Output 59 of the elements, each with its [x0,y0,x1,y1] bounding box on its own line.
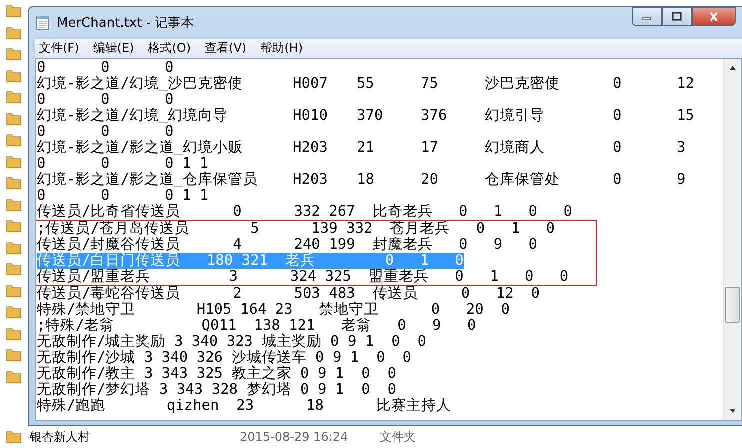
text-line: 0 0 0 [37,60,174,76]
text-line: 传送员/比奇省传送员 0 332 267 比奇老兵 0 1 0 0 [37,204,572,220]
folder-icon [6,198,22,212]
menu-item[interactable]: 格式(O) [148,40,192,57]
folder-icon [6,90,22,104]
folder-icon [6,262,22,276]
text-line: 0 0 0 1 1 [37,156,209,172]
modified-date: 2015-08-29 16:24 [240,430,350,444]
minimize-button[interactable] [632,7,662,26]
text-line: 无敌制作/沙城 3 340 326 沙城传送车 0 9 1 0 0 [37,350,412,366]
text-line: 幻境-影之道/影之道_仓库保管员 H203 18 20 仓库保管处 0 9 [37,172,686,188]
folder-icon [6,176,22,190]
item-type: 文件夹 [380,428,416,446]
folder-icon [6,348,22,362]
folder-name[interactable]: 银杏新人村 [30,428,240,446]
text-line: 无敌制作/梦幻塔 3 343 328 梦幻塔 0 9 1 0 0 [37,382,397,398]
scroll-thumb[interactable] [725,287,740,323]
text-line: 特殊/跑跑 qizhen 23 18 比赛主持人 [37,398,452,414]
folder-icon [6,219,22,233]
folder-icon [6,240,22,254]
menu-item[interactable]: 编辑(E) [93,40,134,57]
folder-icon [6,112,22,126]
scroll-up-icon[interactable] [728,64,738,72]
text-line: 0 0 0 [37,92,174,108]
folder-icon [6,133,22,147]
folder-icon [6,430,22,444]
folder-icon [6,370,22,384]
text-line: 传送员/盟重老兵 3 324 325 盟重老兵 0 1 0 0 [37,269,569,285]
text-line: 0 0 0 1 1 [37,188,209,204]
folder-icon [6,154,22,168]
text-line: 无敌制作/教主 3 343 325 教主之家 0 9 1 0 0 [37,366,397,382]
notepad-icon [35,15,51,31]
menu-item[interactable]: 文件(F) [39,40,80,57]
window-title: MerChant.txt - 记事本 [57,15,194,32]
close-button[interactable] [692,7,736,26]
folder-icon [6,26,22,40]
folder-icon [6,284,22,298]
menu-item[interactable]: 帮助(H) [260,40,303,57]
text-line: 传送员/毒蛇谷传送员 2 503 483 传送员 0 12 0 [37,286,540,302]
text-line: 传送员/封魔谷传送员 4 240 199 封魔老兵 0 9 0 [37,237,538,253]
text-line: 特殊/禁地守卫 H105 164 23 禁地守卫 0 20 0 [37,302,510,318]
text-line: ;传送员/苍月岛传送员 5 139 332 苍月老兵 0 1 0 [37,221,556,237]
maximize-icon [671,12,683,22]
text-line: 幻境-影之道/幻境_幻境向导 H010 370 376 幻境引导 0 15 [37,108,694,124]
scroll-down-icon[interactable] [728,407,738,415]
folder-icon [6,305,22,319]
text-line: 幻境-影之道/影之道_幻境小贩 H203 21 17 幻境商人 0 3 [37,140,686,156]
scrollbar[interactable] [723,59,741,420]
folder-icon [6,4,22,18]
folder-icon [6,68,22,82]
text-line: 无敌制作/城主奖励 3 340 323 城主奖励 0 9 1 0 0 [37,334,427,350]
text-line: 0 0 0 [37,124,174,140]
folder-icon [6,326,22,340]
close-icon [708,12,720,22]
text-line: 幻境-影之道/幻境_沙巴克密使 H007 55 75 沙巴克密使 0 12 [37,76,694,92]
maximize-button[interactable] [662,7,692,26]
folder-icon [6,47,22,61]
menu-item[interactable]: 查看(V) [205,40,247,57]
text-line: ;特殊/老翁 Q011 138 121 老翁 0 9 0 [37,318,476,334]
